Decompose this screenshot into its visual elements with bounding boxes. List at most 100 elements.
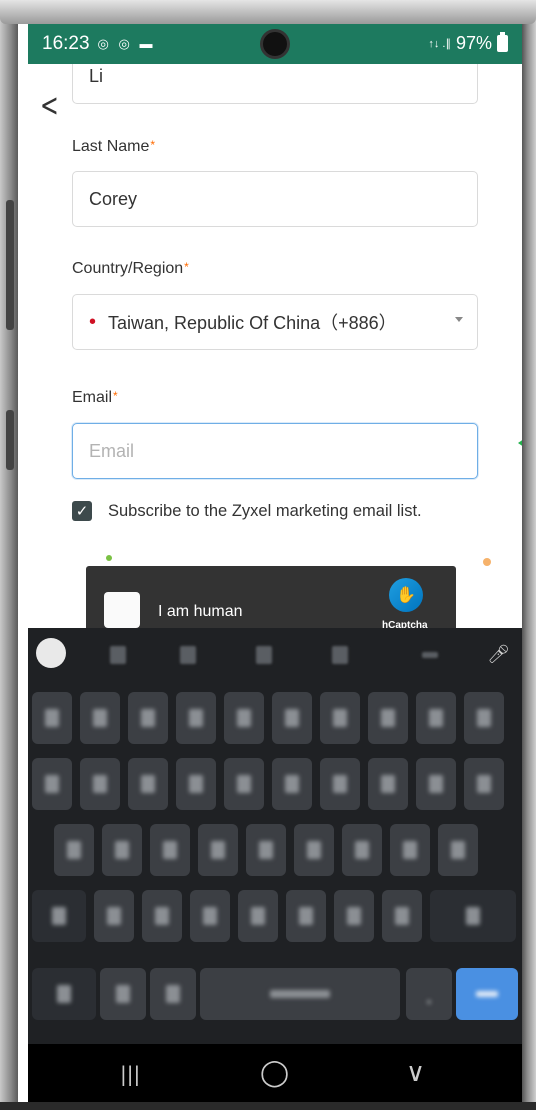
email-field[interactable]: Email xyxy=(72,423,478,479)
key[interactable] xyxy=(294,824,334,876)
last-name-label: Last Name* xyxy=(72,138,155,156)
subscribe-row[interactable]: ✓ Subscribe to the Zyxel marketing email… xyxy=(72,501,422,521)
country-label: Country/Region* xyxy=(72,260,189,278)
status-bar: 16:23 ◎ ◎ ▬ ↑↓ .∥ 97% xyxy=(28,24,522,64)
key[interactable] xyxy=(368,692,408,744)
hcaptcha-brand: hCaptcha xyxy=(382,620,428,628)
decor-dot xyxy=(483,558,491,566)
keyboard-logo-icon[interactable] xyxy=(36,638,66,668)
space-key[interactable] xyxy=(200,968,400,1020)
key[interactable] xyxy=(320,758,360,810)
required-marker: * xyxy=(150,138,156,152)
key[interactable] xyxy=(32,758,72,810)
email-label-text: Email xyxy=(72,389,113,406)
key[interactable] xyxy=(272,758,312,810)
decor-dot xyxy=(106,555,112,561)
hcaptcha-widget: I am human ✋ hCaptcha xyxy=(86,566,456,628)
key[interactable] xyxy=(224,692,264,744)
sticker-icon[interactable] xyxy=(110,646,126,664)
front-camera xyxy=(260,29,290,59)
last-name-value: Corey xyxy=(89,188,138,209)
key[interactable] xyxy=(334,890,374,942)
key[interactable] xyxy=(286,890,326,942)
chevron-down-icon xyxy=(455,317,463,322)
key[interactable] xyxy=(128,758,168,810)
email-label: Email* xyxy=(72,389,118,407)
key[interactable] xyxy=(80,692,120,744)
phone-bezel-right xyxy=(522,0,536,1110)
key[interactable] xyxy=(342,824,382,876)
phone-frame: 16:23 ◎ ◎ ▬ ↑↓ .∥ 97% < Li Last Name* Co… xyxy=(0,0,536,1110)
status-right: ↑↓ .∥ 97% xyxy=(428,32,508,54)
key[interactable] xyxy=(382,890,422,942)
soft-keyboard: 🎤︎ xyxy=(28,628,522,1044)
power-button xyxy=(6,410,14,470)
share-icon[interactable] xyxy=(332,646,348,664)
key[interactable] xyxy=(464,692,504,744)
country-value: Taiwan, Republic Of China（+886） xyxy=(108,313,397,333)
shift-key[interactable] xyxy=(32,890,86,942)
key[interactable] xyxy=(320,692,360,744)
key[interactable] xyxy=(176,758,216,810)
key[interactable] xyxy=(198,824,238,876)
key[interactable] xyxy=(246,824,286,876)
at-key[interactable] xyxy=(100,968,146,1020)
country-label-text: Country/Region xyxy=(72,260,184,277)
period-key[interactable] xyxy=(406,968,452,1020)
enter-key[interactable] xyxy=(456,968,518,1020)
subscribe-label: Subscribe to the Zyxel marketing email l… xyxy=(108,501,422,520)
phone-bezel-top xyxy=(0,0,536,24)
back-button[interactable]: ∨ xyxy=(406,1058,425,1088)
key[interactable] xyxy=(272,692,312,744)
signal-icon: ↑↓ .∥ xyxy=(428,38,451,50)
country-select[interactable]: • Taiwan, Republic Of China（+886） xyxy=(72,294,478,350)
subscribe-checkbox[interactable]: ✓ xyxy=(72,501,92,521)
emoji-key[interactable] xyxy=(150,968,196,1020)
registration-form: < Li Last Name* Corey Country/Region* • … xyxy=(28,64,522,628)
more-icon[interactable] xyxy=(422,652,438,658)
last-name-label-text: Last Name xyxy=(72,138,150,155)
phone-bezel-bottom xyxy=(0,1102,536,1110)
key[interactable] xyxy=(190,890,230,942)
key[interactable] xyxy=(54,824,94,876)
battery-percent: 97% xyxy=(455,33,492,53)
status-time: 16:23 xyxy=(42,33,90,54)
clipboard-icon[interactable] xyxy=(256,646,272,664)
key[interactable] xyxy=(438,824,478,876)
home-button[interactable]: ◯ xyxy=(260,1058,289,1088)
phone-bezel-left xyxy=(0,0,18,1110)
key[interactable] xyxy=(464,758,504,810)
key[interactable] xyxy=(416,692,456,744)
keyboard-toolbar: 🎤︎ xyxy=(28,628,522,686)
first-name-value: Li xyxy=(89,65,104,86)
battery-icon xyxy=(497,32,508,52)
first-name-field[interactable]: Li xyxy=(72,64,478,104)
back-arrow-icon[interactable]: < xyxy=(40,86,59,124)
mic-off-icon[interactable]: 🎤︎ xyxy=(487,644,510,665)
key[interactable] xyxy=(128,692,168,744)
key[interactable] xyxy=(94,890,134,942)
captcha-checkbox[interactable] xyxy=(104,592,140,628)
key[interactable] xyxy=(390,824,430,876)
notification-icons: ◎ ◎ ▬ xyxy=(97,36,156,51)
key[interactable] xyxy=(150,824,190,876)
key[interactable] xyxy=(176,692,216,744)
key[interactable] xyxy=(32,692,72,744)
key[interactable] xyxy=(102,824,142,876)
key[interactable] xyxy=(238,890,278,942)
key[interactable] xyxy=(142,890,182,942)
required-marker: * xyxy=(113,389,118,403)
required-marker: * xyxy=(184,260,189,274)
last-name-field[interactable]: Corey xyxy=(72,171,478,227)
key[interactable] xyxy=(224,758,264,810)
key[interactable] xyxy=(368,758,408,810)
recent-apps-button[interactable]: ||| xyxy=(120,1062,140,1086)
key[interactable] xyxy=(416,758,456,810)
captcha-label: I am human xyxy=(158,603,243,620)
symbols-key[interactable] xyxy=(32,968,96,1020)
flag-dot-icon: • xyxy=(89,310,97,333)
gif-icon[interactable] xyxy=(180,646,196,664)
backspace-key[interactable] xyxy=(430,890,516,942)
key[interactable] xyxy=(80,758,120,810)
hcaptcha-logo-icon: ✋ xyxy=(389,578,423,612)
